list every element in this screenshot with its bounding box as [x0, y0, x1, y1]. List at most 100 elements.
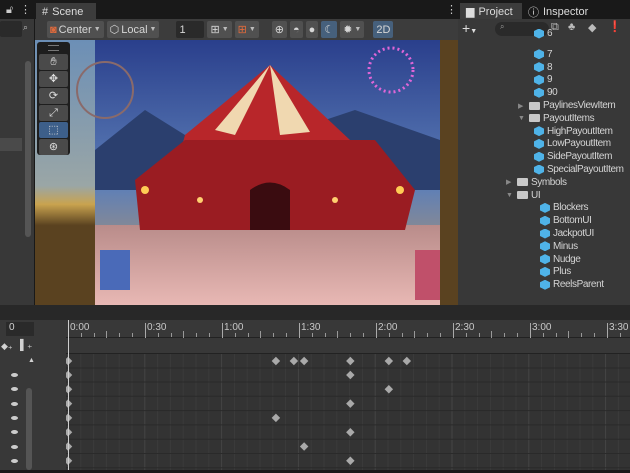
frame-input[interactable]: 0 [6, 322, 34, 336]
track-visibility-icon[interactable] [11, 458, 18, 463]
track-visibility-icon[interactable] [11, 401, 18, 406]
collapsed-arrow-icon[interactable]: ▶ [518, 102, 526, 110]
snap-increment-dropdown[interactable]: ⊞ ▼ [234, 21, 259, 38]
tree-item[interactable]: ReelsParent [540, 278, 604, 291]
tree-item[interactable]: 9 [534, 73, 553, 86]
keyframe[interactable] [63, 399, 73, 408]
tree-item[interactable]: JackpotUI [540, 227, 594, 240]
summary-keyframe[interactable] [289, 356, 299, 366]
shaded-button[interactable]: ● [305, 21, 319, 38]
keyframe[interactable] [346, 456, 355, 466]
collapsed-arrow-icon[interactable]: ▶ [506, 178, 514, 186]
shaded-wireframe-button[interactable]: ◓ [290, 21, 303, 38]
keyframe[interactable] [63, 456, 73, 466]
rotate-tool-button[interactable]: ⟳ [39, 88, 68, 104]
tree-item[interactable]: 6 [534, 27, 553, 40]
grid-size-input[interactable]: 1 [176, 21, 205, 38]
create-button[interactable]: +▼ [462, 20, 477, 36]
move-tool-button[interactable]: ✥ [39, 71, 68, 87]
expanded-arrow-icon[interactable]: ▼ [518, 115, 526, 122]
search-by-type-icon[interactable]: ⧉ [551, 21, 559, 34]
lock-icon[interactable]: 🔓︎ [6, 4, 13, 17]
tree-item[interactable]: Nudge [540, 253, 581, 266]
add-event-button[interactable]: ▌₊ [20, 340, 32, 351]
keyframe[interactable] [384, 385, 394, 394]
track-visibility-icon[interactable] [11, 373, 18, 377]
event-lane[interactable] [66, 338, 630, 354]
tree-item[interactable]: BottomUI [540, 214, 592, 227]
tag-icon[interactable]: ◆ [588, 21, 596, 34]
track-visibility-icon[interactable] [11, 415, 18, 420]
tree-folder[interactable]: ▼ UI [506, 189, 541, 202]
summary-keyframe[interactable] [63, 356, 73, 366]
add-keyframe-button[interactable]: ◆₊ [1, 341, 13, 352]
hand-tool-button[interactable]: ✋︎ [39, 54, 68, 70]
ruler-label: 2:30 [455, 322, 475, 333]
keyframe[interactable] [346, 399, 355, 408]
grid-snap-dropdown[interactable]: ⊞ ▼ [207, 21, 232, 38]
prefab-icon [534, 164, 544, 175]
tab-inspector[interactable]: ⓘ Inspector [522, 3, 595, 20]
expanded-arrow-icon[interactable]: ▼ [506, 192, 514, 199]
timeline-controls: 0 ◆₊ ▌₊ ▲ [0, 320, 66, 470]
search-options-icon[interactable]: ⌕ [23, 22, 32, 34]
track-visibility-icon[interactable] [11, 444, 18, 449]
scene-view[interactable] [35, 40, 458, 305]
summary-keyframe[interactable] [402, 356, 412, 366]
scrollbar[interactable] [25, 61, 31, 237]
time-ruler[interactable]: 0:00 0:30 1:00 1:30 2:00 2:30 3:00 3:30 [66, 320, 630, 338]
search-by-label-icon[interactable]: ♣ [568, 21, 575, 33]
keyframe[interactable] [299, 442, 309, 451]
shaded-icon: ● [308, 23, 316, 36]
tree-item[interactable]: 90 [534, 86, 558, 99]
keyframe[interactable] [63, 442, 73, 451]
scale-tool-button[interactable]: ⤢ [39, 105, 68, 121]
prefab-icon [540, 279, 550, 290]
playhead[interactable] [68, 320, 69, 470]
tree-folder[interactable]: ▶ PaylinesViewItem [518, 99, 616, 112]
tree-item[interactable]: SpecialPayoutItem [534, 163, 624, 176]
tree-folder[interactable]: ▶ Symbols [506, 176, 567, 189]
prefab-icon [534, 138, 544, 149]
tree-item[interactable]: LowPayoutItem [534, 137, 611, 150]
major-tick [222, 323, 223, 338]
selected-row[interactable] [0, 138, 22, 151]
warning-icon[interactable]: ❗ [608, 20, 622, 33]
scroll-up-icon[interactable]: ▲ [28, 357, 35, 364]
minor-tick [209, 333, 210, 337]
tree-item[interactable]: Blockers [540, 201, 589, 214]
keyframe[interactable] [63, 413, 73, 423]
space-dropdown[interactable]: ⬡ Local ▼ [106, 21, 160, 38]
tree-item[interactable]: 7 [534, 48, 553, 61]
transform-tool-button[interactable]: ⊛ [39, 139, 68, 155]
summary-keyframe[interactable] [346, 356, 355, 366]
search-input[interactable] [0, 21, 22, 37]
2d-toggle[interactable]: 2D [373, 21, 394, 38]
keyframe[interactable] [63, 370, 73, 380]
timeline-scrollbar[interactable] [26, 388, 32, 470]
tree-folder[interactable]: ▼ PayoutItems [518, 112, 595, 125]
more-menu-icon[interactable]: ⋮ [20, 3, 31, 16]
debug-draw-dropdown[interactable]: ✹ ▼ [340, 21, 365, 38]
tree-item[interactable]: Plus [540, 265, 571, 278]
tree-item[interactable]: Minus [540, 240, 578, 253]
tree-item[interactable]: SidePayoutItem [534, 150, 612, 163]
keyframe[interactable] [63, 385, 73, 394]
tab-project[interactable]: ▆ Project [460, 3, 522, 20]
wireframe-shading-button[interactable]: ⊕ [271, 21, 287, 38]
dopesheet[interactable] [63, 354, 630, 470]
pivot-dropdown[interactable]: ◙ Center ▼ [47, 21, 104, 38]
keyframe[interactable] [346, 427, 355, 437]
summary-keyframe[interactable] [384, 356, 394, 366]
scene-menu-icon[interactable]: ⋮ [446, 3, 457, 16]
major-tick [299, 323, 300, 338]
tab-scene[interactable]: # Scene [36, 3, 96, 20]
tree-item[interactable]: HighPayoutItem [534, 125, 613, 138]
unlit-button[interactable]: ☾ [321, 21, 338, 38]
keyframe[interactable] [63, 427, 73, 437]
tree-item[interactable]: 8 [534, 61, 553, 74]
keyframe[interactable] [346, 370, 355, 380]
palette-drag-handle[interactable] [48, 45, 59, 51]
summary-keyframe[interactable] [299, 356, 309, 366]
rect-tool-button[interactable]: ⬚ [39, 122, 68, 138]
